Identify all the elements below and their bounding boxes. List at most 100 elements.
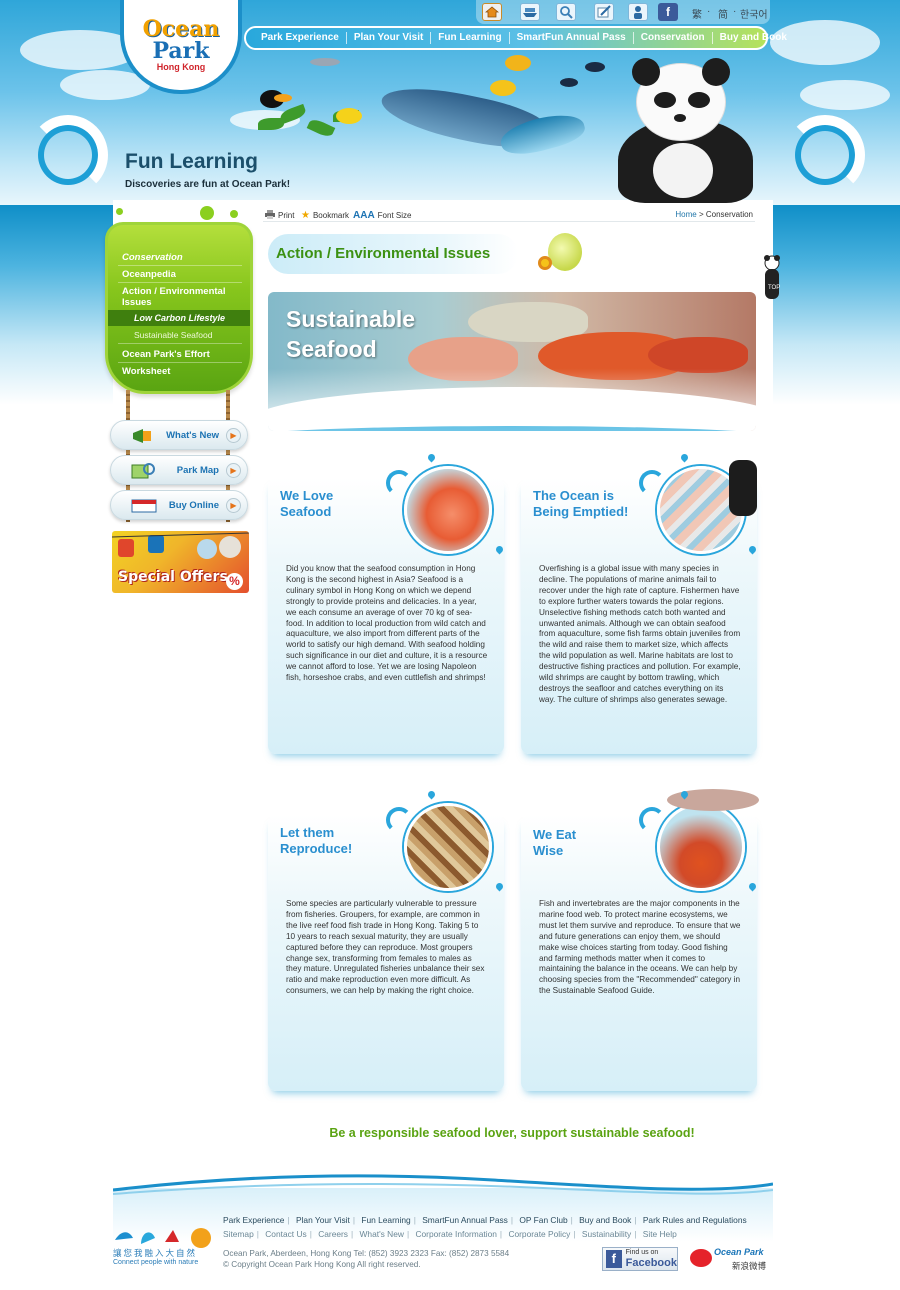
footer-link-park-rules[interactable]: Park Rules and Regulations <box>643 1215 747 1225</box>
print-label: Print <box>278 211 295 220</box>
card-we-love-seafood: We Love Seafood Did you know that the se… <box>268 452 505 754</box>
font-size-button[interactable]: AAA Font Size <box>353 210 411 221</box>
card-body: Some species are particularly vulnerable… <box>286 899 485 996</box>
card-body: Overfishing is a global issue with many … <box>539 564 741 704</box>
bookmark-button[interactable]: ★ Bookmark <box>301 210 349 221</box>
red-fish-illustration <box>637 789 759 892</box>
sidebar-item-action-environmental-issues[interactable]: Action / Environmental Issues <box>122 286 232 308</box>
main-navigation: Park Experience Plan Your Visit Fun Lear… <box>244 26 787 50</box>
star-icon: ★ <box>301 210 310 221</box>
footer-link-plan-your-visit[interactable]: Plan Your Visit <box>296 1215 350 1225</box>
footer-link-careers[interactable]: Careers <box>318 1229 348 1239</box>
sidebar-item-sustainable-seafood[interactable]: Sustainable Seafood <box>134 330 212 340</box>
logo-word-hong-kong: Hong Kong <box>156 62 206 72</box>
arrow-right-icon: ▶ <box>226 498 241 513</box>
lang-traditional-chinese[interactable]: 繁 <box>692 6 702 21</box>
fish-illustration <box>505 55 531 71</box>
card-ocean-being-emptied: The Ocean is Being Emptied! Overfishing … <box>521 452 758 754</box>
bubble-decoration <box>230 210 238 218</box>
utility-bar: f 繁 · 简 · 한국어 <box>476 0 770 24</box>
bookmark-label: Bookmark <box>312 211 349 220</box>
footer-link-fun-learning[interactable]: Fun Learning <box>361 1215 410 1225</box>
fish-illustration <box>310 58 340 66</box>
footer-link-contact-us[interactable]: Contact Us <box>265 1229 306 1239</box>
breadcrumb-current: Conservation <box>705 210 753 219</box>
lang-korean[interactable]: 한국어 <box>740 6 768 21</box>
print-button[interactable]: Print <box>265 210 294 221</box>
facebook-button-line1: Find us on <box>625 1249 659 1256</box>
map-magnifier-icon <box>131 462 155 480</box>
footer-primary-links: Park Experience | Plan Your Visit | Fun Le… <box>223 1215 747 1225</box>
weibo-sub: 新浪微博 <box>732 1261 767 1271</box>
footer-link-smartfun-annual-pass[interactable]: SmartFun Annual Pass <box>422 1215 508 1225</box>
percent-badge: % <box>226 573 243 590</box>
card-title: The Ocean is Being Emptied! <box>533 488 629 519</box>
nav-plan-your-visit[interactable]: Plan Your Visit <box>347 32 432 44</box>
card-body: Did you know that the seafood consumptio… <box>286 564 488 683</box>
footer-secondary-links: Sitemap | Contact Us | Careers | What's New… <box>223 1229 677 1239</box>
card-title: We Eat Wise <box>533 827 577 858</box>
sidebar-item-oceanpedia[interactable]: Oceanpedia <box>122 269 176 280</box>
sidebar-item-low-carbon-lifestyle[interactable]: Low Carbon Lifestyle <box>108 310 250 326</box>
wave-swirl-right <box>785 115 865 195</box>
wave-swirl-left <box>28 115 108 195</box>
hero-title: Sustainable Seafood <box>286 306 416 362</box>
park-map-label: Park Map <box>176 465 219 476</box>
footer-link-op-fan-club[interactable]: OP Fan Club <box>519 1215 567 1225</box>
lang-separator: · <box>733 6 737 17</box>
footer-link-site-help[interactable]: Site Help <box>643 1229 677 1239</box>
footer-link-sustainability[interactable]: Sustainability <box>582 1229 631 1239</box>
magnifier-icon[interactable] <box>556 3 576 21</box>
whats-new-button[interactable]: What's New ▶ <box>110 420 248 450</box>
lang-separator: · <box>707 6 711 17</box>
special-offers-banner[interactable]: Special Offers % <box>112 531 249 593</box>
special-offers-label: Special Offers <box>118 569 228 585</box>
fish-illustration <box>585 62 605 72</box>
whats-new-label: What's New <box>166 430 219 441</box>
arrow-right-icon: ▶ <box>226 428 241 443</box>
footer-link-corporate-information[interactable]: Corporate Information <box>415 1229 496 1239</box>
footer-link-sitemap[interactable]: Sitemap <box>223 1229 254 1239</box>
page-toolbar: Print ★ Bookmark AAA Font Size Home > Co… <box>263 207 755 222</box>
panda-illustration <box>608 58 758 203</box>
section-heading-banner: Action / Environmental Issues <box>268 230 598 278</box>
breadcrumb-separator: > <box>698 210 704 219</box>
nav-park-experience[interactable]: Park Experience <box>254 32 347 44</box>
footer-link-whats-new[interactable]: What's New <box>360 1229 404 1239</box>
weibo-button[interactable]: Ocean Park 新浪微博 <box>690 1245 768 1273</box>
footer-link-park-experience[interactable]: Park Experience <box>223 1215 284 1225</box>
nav-fun-learning[interactable]: Fun Learning <box>431 32 510 44</box>
nav-buy-and-book[interactable]: Buy and Book <box>713 32 794 44</box>
person-icon[interactable] <box>628 3 648 21</box>
nav-smartfun-annual-pass[interactable]: SmartFun Annual Pass <box>510 32 634 44</box>
sidebar-item-worksheet[interactable]: Worksheet <box>122 366 170 377</box>
home-icon[interactable] <box>482 3 502 21</box>
ship-icon[interactable] <box>520 3 540 21</box>
bubble-decoration <box>116 208 123 215</box>
lang-simplified-chinese[interactable]: 简 <box>718 6 728 21</box>
pen-icon[interactable] <box>594 3 614 21</box>
connect-tagline-chinese: 讓您我融入大自然 <box>113 1248 198 1258</box>
card-let-them-reproduce: Let them Reproduce! Some species are par… <box>268 789 505 1091</box>
nav-conservation[interactable]: Conservation <box>634 32 713 44</box>
panda-scroll-top-icon[interactable]: TOP <box>762 255 782 305</box>
sidebar-item-ocean-parks-effort[interactable]: Ocean Park's Effort <box>122 349 210 360</box>
breadcrumb-home-link[interactable]: Home <box>675 210 696 219</box>
footer-link-buy-and-book[interactable]: Buy and Book <box>579 1215 631 1225</box>
dried-seafood-illustration <box>384 789 505 892</box>
buy-online-label: Buy Online <box>168 500 219 511</box>
sidebar-item-conservation[interactable]: Conservation <box>122 252 183 263</box>
footer-link-corporate-policy[interactable]: Corporate Policy <box>508 1229 570 1239</box>
park-map-button[interactable]: Park Map ▶ <box>110 455 248 485</box>
footer-copyright: © Copyright Ocean Park Hong Kong All rig… <box>223 1260 421 1269</box>
printer-icon <box>265 210 275 221</box>
arrow-right-icon: ▶ <box>226 463 241 478</box>
footer-address: Ocean Park, Aberdeen, Hong Kong Tel: (85… <box>223 1249 510 1258</box>
facebook-button[interactable]: f Find us on Facebook <box>602 1247 678 1271</box>
buy-online-button[interactable]: Buy Online ▶ <box>110 490 248 520</box>
facebook-icon[interactable]: f <box>658 3 678 21</box>
card-title: Let them Reproduce! <box>280 825 353 856</box>
fish-illustration <box>336 108 362 124</box>
ticket-icon <box>131 497 157 515</box>
section-heading: Action / Environmental Issues <box>276 245 491 262</box>
